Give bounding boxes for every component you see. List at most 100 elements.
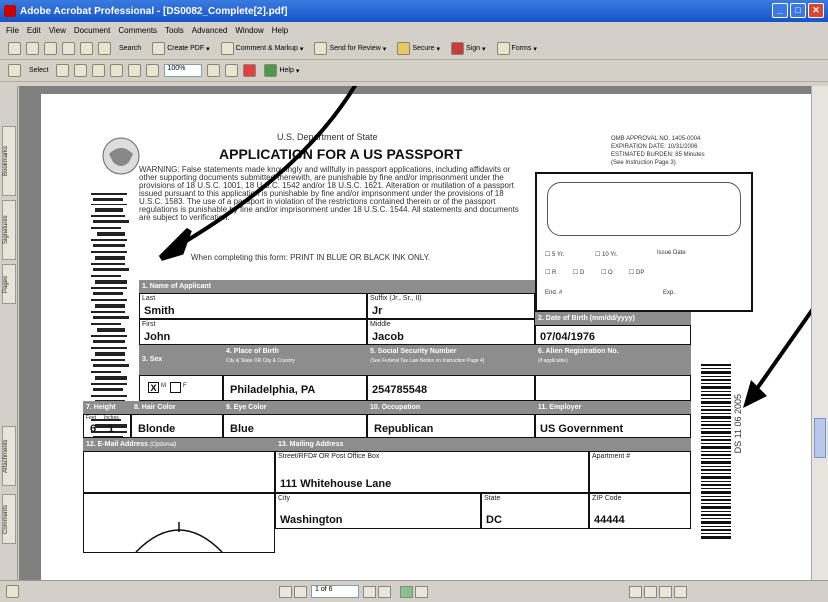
tab-comments[interactable]: Comments xyxy=(2,494,16,544)
scrollbar-thumb[interactable] xyxy=(814,418,826,458)
city-field[interactable]: Washington xyxy=(280,514,343,526)
email-icon[interactable] xyxy=(62,42,75,55)
city-label: City xyxy=(278,495,291,502)
state-label: State xyxy=(484,495,501,502)
prev-page-button[interactable] xyxy=(294,585,307,598)
close-button[interactable]: ✕ xyxy=(808,3,824,18)
main-toolbar: Search Create PDF ▾ Comment & Markup ▾ S… xyxy=(0,38,828,60)
alien-header: 6. Alien Registration No. (if applicable… xyxy=(535,345,691,375)
secure-button[interactable]: Secure ▾ xyxy=(394,41,443,56)
zoom-field[interactable]: 100% xyxy=(164,64,203,77)
navigation-panel: Bookmarks Signatures Pages Attachments C… xyxy=(0,86,18,580)
snapshot-icon[interactable] xyxy=(56,64,70,77)
hair-header: 8. Hair Color xyxy=(131,401,223,414)
continuous-view-button[interactable] xyxy=(644,585,657,598)
hand-tool-icon[interactable] xyxy=(8,64,21,77)
office-dp: ☐ DP xyxy=(629,270,645,276)
forms-button[interactable]: Forms ▾ xyxy=(494,41,540,56)
zoom-in-icon[interactable] xyxy=(207,64,221,77)
last-page-button[interactable] xyxy=(378,585,391,598)
menu-help[interactable]: Help xyxy=(272,26,288,35)
page-number-field[interactable]: 1 of 6 xyxy=(311,585,359,598)
tab-attachments[interactable]: Attachments xyxy=(2,426,16,486)
title-bar: Adobe Acrobat Professional - [DS0082_Com… xyxy=(0,0,828,22)
send-review-button[interactable]: Send for Review ▾ xyxy=(311,41,389,56)
middle-name-field[interactable]: Jacob xyxy=(372,331,404,343)
maximize-button[interactable]: □ xyxy=(790,3,806,18)
document-view[interactable]: U.S. Department of State APPLICATION FOR… xyxy=(19,86,811,580)
menu-edit[interactable]: Edit xyxy=(27,26,41,35)
sign-label: Sign xyxy=(466,45,481,52)
height-inches-field[interactable]: 1 xyxy=(108,423,114,435)
help-button[interactable]: Help ▾ xyxy=(261,63,302,78)
occupation-field[interactable]: Republican xyxy=(374,423,433,435)
sex-male-checkbox[interactable]: X xyxy=(148,382,159,393)
middle-name-label: Middle xyxy=(370,321,391,328)
yahoo-icon[interactable] xyxy=(243,64,257,77)
lock-icon xyxy=(397,42,411,55)
mailing-header: 13. Mailing Address xyxy=(275,438,691,451)
first-page-button[interactable] xyxy=(279,585,292,598)
menu-window[interactable]: Window xyxy=(235,26,263,35)
employer-field[interactable]: US Government xyxy=(540,423,623,435)
rotate-icon[interactable] xyxy=(225,64,239,77)
menu-advanced[interactable]: Advanced xyxy=(192,26,228,35)
hair-field[interactable]: Blonde xyxy=(138,423,175,435)
window-controls: _ □ ✕ xyxy=(772,3,824,18)
organizer-icon[interactable] xyxy=(80,42,93,55)
height-feet-field[interactable]: 6 xyxy=(90,423,96,435)
ssn-field[interactable]: 254785548 xyxy=(372,384,427,396)
apt-cell: Apartment # xyxy=(589,451,691,493)
zoom-out-icon[interactable] xyxy=(146,64,160,77)
office-end: End. # xyxy=(545,290,563,296)
photo-box xyxy=(547,182,741,236)
alien-sublabel: (if applicable) xyxy=(538,358,568,364)
acrobat-window: Adobe Acrobat Professional - [DS0082_Com… xyxy=(0,0,828,602)
minimize-button[interactable]: _ xyxy=(772,3,788,18)
go-forward-button[interactable] xyxy=(415,585,428,598)
zip-field[interactable]: 44444 xyxy=(594,514,625,526)
create-pdf-button[interactable]: Create PDF ▾ xyxy=(149,41,212,56)
dob-field[interactable]: 07/04/1976 xyxy=(540,331,595,343)
menu-view[interactable]: View xyxy=(49,26,66,35)
suffix-field[interactable]: Jr xyxy=(372,305,382,317)
menu-document[interactable]: Document xyxy=(74,26,110,35)
tab-bookmarks[interactable]: Bookmarks xyxy=(2,126,16,196)
go-back-button[interactable] xyxy=(400,585,413,598)
sign-button[interactable]: Sign ▾ xyxy=(448,41,489,56)
actual-size-icon[interactable] xyxy=(92,64,106,77)
tab-pages[interactable]: Pages xyxy=(2,264,16,304)
menu-comments[interactable]: Comments xyxy=(118,26,157,35)
zoom-icon[interactable] xyxy=(74,64,88,77)
sex-female-checkbox[interactable] xyxy=(170,382,181,393)
menu-tools[interactable]: Tools xyxy=(165,26,184,35)
birthplace-field[interactable]: Philadelphia, PA xyxy=(230,384,315,396)
comment-markup-button[interactable]: Comment & Markup ▾ xyxy=(218,41,307,56)
last-name-field[interactable]: Smith xyxy=(144,305,175,317)
menu-file[interactable]: File xyxy=(6,26,19,35)
next-page-button[interactable] xyxy=(363,585,376,598)
fit-page-icon[interactable] xyxy=(110,64,124,77)
office-r: ☐ R xyxy=(545,270,557,276)
office-use-box: ☐ 5 Yr. ☐ 10 Yr. Issue Date ☐ R ☐ D ☐ O … xyxy=(535,172,753,312)
vertical-scrollbar[interactable] xyxy=(811,86,828,580)
fit-width-icon[interactable] xyxy=(128,64,142,77)
email-cell[interactable] xyxy=(83,451,275,493)
eye-field[interactable]: Blue xyxy=(230,423,254,435)
open-icon[interactable] xyxy=(8,42,21,55)
first-name-field[interactable]: John xyxy=(144,331,170,343)
lower-left-cell xyxy=(83,493,275,553)
search-icon[interactable] xyxy=(98,42,111,55)
print-icon[interactable] xyxy=(44,42,57,55)
street-field[interactable]: 111 Whitehouse Lane xyxy=(280,478,391,490)
save-icon[interactable] xyxy=(26,42,39,55)
occupation-header: 10. Occupation xyxy=(367,401,535,414)
facing-view-button[interactable] xyxy=(659,585,672,598)
state-field[interactable]: DC xyxy=(486,514,502,526)
tab-signatures[interactable]: Signatures xyxy=(2,200,16,260)
select-tool-button[interactable]: Select xyxy=(26,66,51,75)
single-page-view-button[interactable] xyxy=(629,585,642,598)
search-button[interactable]: Search xyxy=(116,44,144,53)
continuous-facing-view-button[interactable] xyxy=(674,585,687,598)
send-review-icon xyxy=(314,42,328,55)
